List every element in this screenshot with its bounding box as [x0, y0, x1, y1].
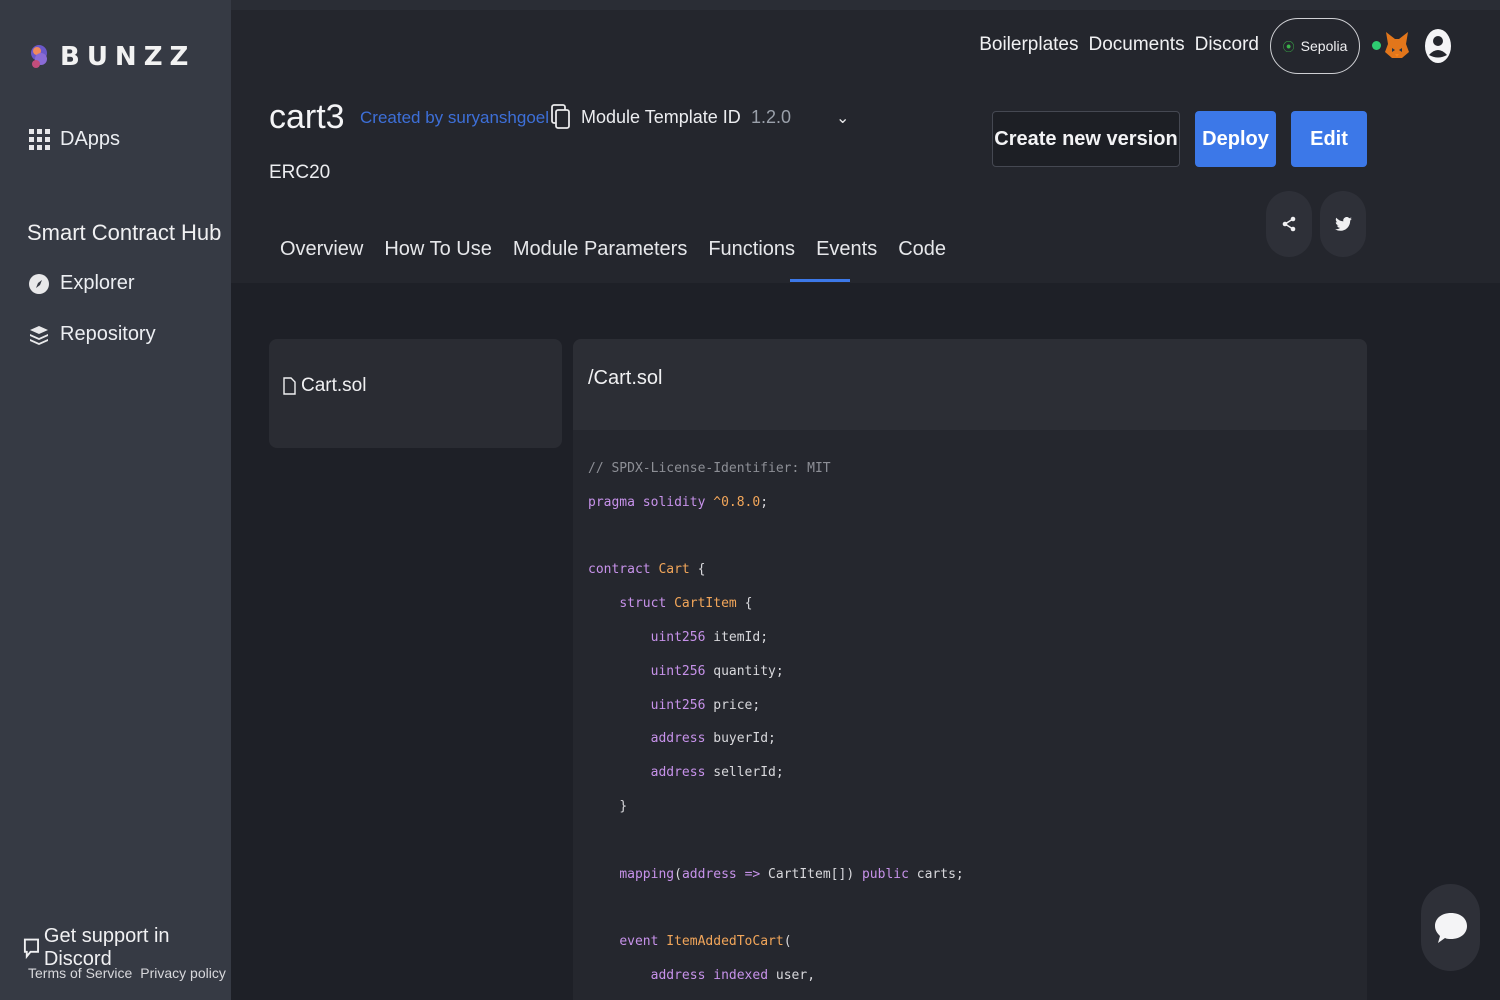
- standard-label: ERC20: [269, 162, 331, 183]
- tab-module-parameters[interactable]: Module Parameters: [513, 238, 688, 281]
- code-line: struct CartItem {: [619, 596, 753, 612]
- code-line: uint256 quantity;: [650, 663, 784, 679]
- chat-icon: [23, 938, 39, 959]
- sidebar-heading: Smart Contract Hub: [27, 220, 222, 245]
- sidebar-item-label: DApps: [60, 128, 121, 150]
- tab-overview[interactable]: Overview: [280, 238, 363, 281]
- code-line: pragma solidity ^0.8.0;: [588, 494, 769, 510]
- tab-code[interactable]: Code: [898, 238, 946, 281]
- footer-links: Terms of Service Privacy policy: [28, 965, 226, 981]
- file-item[interactable]: Cart.sol: [283, 375, 366, 397]
- sidebar-item-explorer[interactable]: Explorer: [28, 272, 134, 295]
- share-button[interactable]: [1266, 191, 1312, 257]
- tab-events[interactable]: Events: [816, 238, 877, 281]
- module-tabs: Overview How To Use Module Parameters Fu…: [280, 238, 967, 281]
- nav-boilerplates[interactable]: Boilerplates: [979, 34, 1078, 56]
- user-icon[interactable]: [1424, 28, 1452, 64]
- creator-link[interactable]: Created by suryanshgoel: [360, 108, 549, 128]
- logo[interactable]: BUNZZ: [28, 42, 195, 72]
- code-line: address sellerId;: [650, 765, 784, 781]
- deploy-button[interactable]: Deploy: [1195, 111, 1276, 167]
- version-value[interactable]: 1.2.0: [751, 107, 791, 128]
- edit-button[interactable]: Edit: [1291, 111, 1367, 167]
- network-icon: ⦿: [1282, 39, 1295, 54]
- active-tab-indicator: [790, 279, 850, 282]
- sidebar-item-label: Repository: [60, 323, 156, 345]
- tab-how-to-use[interactable]: How To Use: [384, 238, 491, 281]
- code-line: address buyerId;: [650, 731, 776, 747]
- file-tree: Cart.sol: [269, 339, 562, 448]
- bunzz-logo-icon: [31, 45, 47, 68]
- twitter-icon: [1334, 217, 1352, 231]
- code-file-path: /Cart.sol: [573, 339, 1367, 430]
- top-strip: [231, 0, 1500, 10]
- top-nav: Boilerplates Documents Discord: [979, 34, 1259, 56]
- code-line: contract Cart {: [588, 562, 706, 578]
- share-icon: [1282, 216, 1296, 232]
- privacy-link[interactable]: Privacy policy: [140, 965, 226, 981]
- network-label: Sepolia: [1300, 38, 1348, 54]
- sidebar: BUNZZ DApps Smart Contract Hub Explorer …: [0, 0, 231, 1000]
- code-viewer: /Cart.sol // SPDX-License-Identifier: MI…: [573, 339, 1367, 1000]
- network-selector[interactable]: ⦿ Sepolia: [1270, 18, 1360, 74]
- layers-icon: [28, 324, 50, 346]
- create-new-version-button[interactable]: Create new version: [992, 111, 1180, 167]
- connected-indicator: [1372, 40, 1381, 50]
- nav-documents[interactable]: Documents: [1088, 34, 1184, 56]
- grid-icon: [28, 129, 50, 151]
- file-icon: [283, 377, 296, 395]
- compass-icon: [28, 273, 50, 295]
- twitter-button[interactable]: [1320, 191, 1366, 257]
- sidebar-item-dapps[interactable]: DApps: [28, 128, 120, 151]
- nav-discord[interactable]: Discord: [1195, 34, 1259, 56]
- code-body: // SPDX-License-Identifier: MIT pragma so…: [573, 430, 1367, 993]
- code-line: uint256 itemId;: [650, 629, 769, 645]
- tab-functions[interactable]: Functions: [708, 238, 795, 281]
- module-template-label: Module Template ID: [581, 106, 741, 127]
- wallet-status[interactable]: [1372, 30, 1410, 60]
- code-line: uint256 price;: [650, 697, 761, 713]
- code-line: address indexed user,: [650, 967, 816, 983]
- code-line: }: [619, 798, 628, 814]
- terms-link[interactable]: Terms of Service: [28, 965, 132, 981]
- module-title: cart3: [269, 98, 345, 136]
- code-line: // SPDX-License-Identifier: MIT: [588, 461, 831, 476]
- sidebar-item-repository[interactable]: Repository: [28, 323, 156, 346]
- chat-support-button[interactable]: [1421, 884, 1480, 971]
- copy-icon[interactable]: [551, 104, 571, 130]
- logo-text: BUNZZ: [60, 42, 196, 72]
- sidebar-item-label: Explorer: [60, 272, 135, 294]
- metamask-fox-icon: [1385, 32, 1409, 58]
- module-template-id: Module Template ID: [551, 104, 741, 130]
- file-name: Cart.sol: [301, 375, 367, 396]
- code-line: event ItemAddedToCart(: [619, 934, 792, 950]
- chevron-down-icon[interactable]: ⌄: [836, 108, 849, 128]
- chat-icon: [1434, 912, 1467, 943]
- code-line: mapping(address => CartItem[]) public ca…: [619, 866, 964, 882]
